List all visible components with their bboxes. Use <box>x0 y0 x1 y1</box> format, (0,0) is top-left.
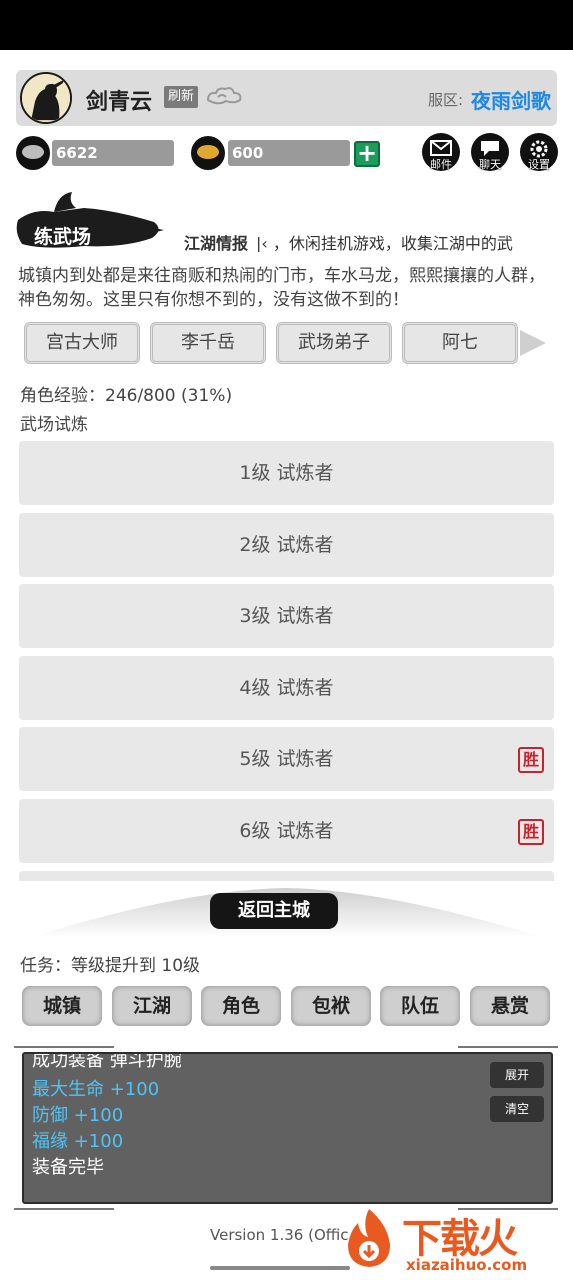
trial-label: 5级 试炼者 <box>239 748 334 770</box>
expand-log-button[interactable]: 展开 <box>490 1062 544 1088</box>
npc-button[interactable]: 李千岳 <box>150 322 266 364</box>
section-title: 武场试炼 <box>20 415 88 435</box>
win-seal-icon: 胜 <box>518 747 544 773</box>
trial-item[interactable]: 3级 试炼者 <box>19 584 554 648</box>
mail-icon <box>430 140 452 156</box>
npc-button[interactable]: 阿七 <box>402 322 518 364</box>
trial-label: 3级 试炼者 <box>239 605 334 627</box>
add-gold-button[interactable]: + <box>354 141 380 167</box>
flame-logo-icon <box>348 1209 390 1267</box>
task-text: 任务：等级提升到 10级 <box>20 956 201 976</box>
version-text: Version 1.36 (Offic <box>210 1226 349 1244</box>
news-ticker: |‹ ，休闲挂机游戏，收集江湖中的武 <box>256 234 513 252</box>
trial-label: 6级 试炼者 <box>239 820 334 842</box>
trial-item[interactable]: 2级 试炼者 <box>19 513 554 577</box>
trial-list[interactable]: 1级 试炼者 2级 试炼者 3级 试炼者 4级 试炼者 5级 试炼者 胜 6级 … <box>19 441 554 881</box>
settings-label: 设置 <box>528 158 550 171</box>
gold-icon <box>191 136 225 170</box>
location-description: 城镇内到处都是来往商贩和热闹的门市，车水马龙，熙熙攘攘的人群，神色匆匆。这里只有… <box>18 266 545 310</box>
frame-decoration <box>14 1208 114 1210</box>
trial-item[interactable]: 4级 试炼者 <box>19 656 554 720</box>
trial-label: 1级 试炼者 <box>239 462 334 484</box>
nav-bounty[interactable]: 悬赏 <box>470 986 550 1026</box>
mail-button[interactable]: 邮件 <box>422 133 460 171</box>
nav-town[interactable]: 城镇 <box>22 986 102 1026</box>
chat-button[interactable]: 聊天 <box>471 133 509 171</box>
log-line: 防御 +100 <box>32 1105 124 1126</box>
win-seal-icon: 胜 <box>518 819 544 845</box>
clear-log-button[interactable]: 清空 <box>490 1096 544 1122</box>
log-line: 福缘 +100 <box>32 1131 124 1152</box>
frame-decoration <box>14 1046 114 1048</box>
location-name: 练武场 <box>34 226 92 248</box>
nav-jianghu[interactable]: 江湖 <box>112 986 192 1026</box>
server-name[interactable]: 夜雨剑歌 <box>471 85 551 114</box>
scroll-right-icon[interactable] <box>520 330 546 356</box>
cloud-icon <box>206 87 242 105</box>
player-name: 剑青云 <box>86 90 153 115</box>
log-line: 成功装备 弹斗护腕 <box>32 1052 182 1071</box>
chat-label: 聊天 <box>479 158 501 171</box>
status-bar <box>0 0 573 50</box>
message-log[interactable]: 成功装备 弹斗护腕 最大生命 +100 防御 +100 福缘 +100 装备完毕… <box>22 1052 553 1204</box>
trial-label: 4级 试炼者 <box>239 677 334 699</box>
home-indicator[interactable] <box>210 1266 350 1270</box>
bottom-nav: 城镇 江湖 角色 包袱 队伍 悬赏 <box>22 986 552 1028</box>
server-label: 服区: <box>428 91 464 109</box>
exp-text: 角色经验：246/800 (31%) <box>20 386 233 406</box>
nav-character[interactable]: 角色 <box>201 986 281 1026</box>
silver-amount: 6622 <box>52 140 174 166</box>
player-header: 剑青云 刷新 服区: 夜雨剑歌 <box>16 70 557 126</box>
log-line: 最大生命 +100 <box>32 1079 160 1100</box>
gold-amount: 600 <box>228 140 350 166</box>
settings-button[interactable]: 设置 <box>520 133 558 171</box>
avatar[interactable] <box>20 72 72 124</box>
nav-team[interactable]: 队伍 <box>380 986 460 1026</box>
trial-item[interactable]: 1级 试炼者 <box>19 441 554 505</box>
npc-button[interactable]: 武场弟子 <box>276 322 392 364</box>
npc-list: 宫古大师 李千岳 武场弟子 阿七 <box>20 322 560 366</box>
mail-label: 邮件 <box>430 158 452 171</box>
nav-inventory[interactable]: 包袱 <box>291 986 371 1026</box>
refresh-button[interactable]: 刷新 <box>164 86 199 108</box>
frame-decoration <box>458 1046 558 1048</box>
log-line: 装备完毕 <box>32 1157 104 1178</box>
watermark-url: xiazaihuo.com <box>406 1256 528 1274</box>
trial-item[interactable]: 5级 试炼者 胜 <box>19 727 554 791</box>
trial-item[interactable]: 6级 试炼者 胜 <box>19 799 554 863</box>
silver-icon <box>16 136 50 170</box>
npc-button[interactable]: 宫古大师 <box>24 322 140 364</box>
trial-label: 2级 试炼者 <box>239 534 334 556</box>
return-to-city-button[interactable]: 返回主城 <box>210 893 338 929</box>
chat-icon <box>481 141 499 156</box>
news-label: 江湖情报 <box>184 234 249 253</box>
